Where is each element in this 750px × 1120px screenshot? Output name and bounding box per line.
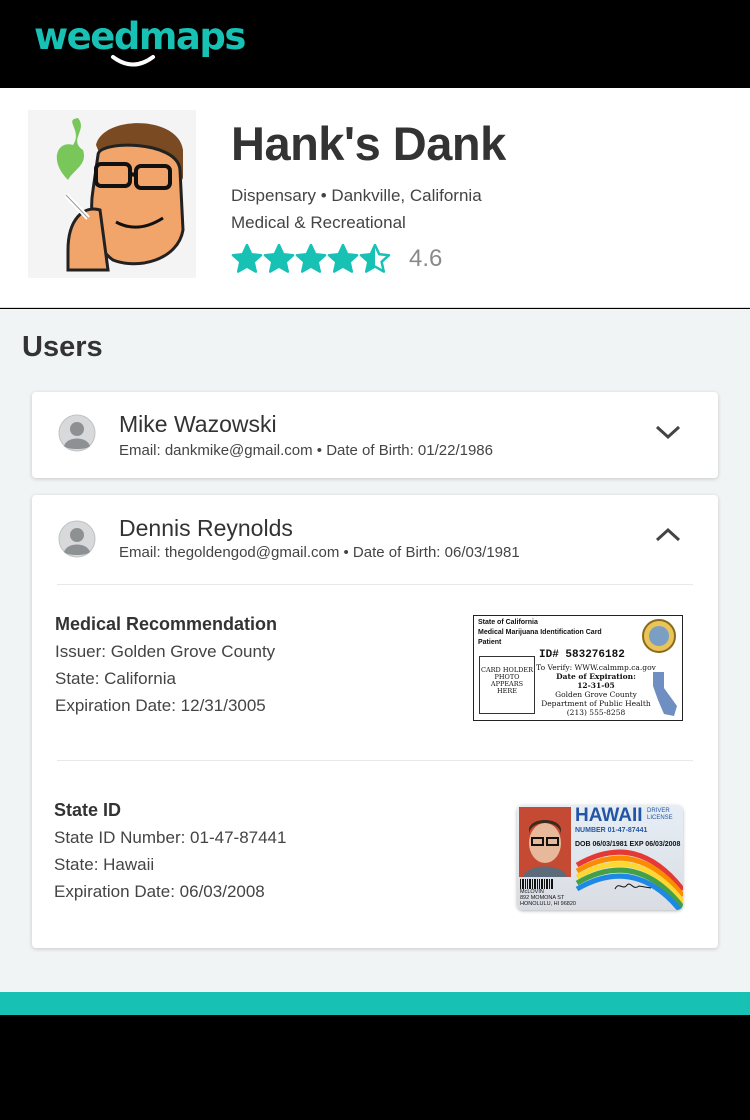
store-header: Hank's Dank Dispensary • Dankville, Cali… (0, 88, 750, 308)
star-full-icon (263, 243, 295, 273)
rating-stars (231, 243, 391, 275)
state-id-card-image[interactable]: HAWAII DRIVER LICENSE NUMBER 01-47-87441… (517, 805, 683, 910)
doc-expiration: Expiration Date: 06/03/2008 (54, 882, 265, 901)
user-card-header[interactable]: Dennis Reynolds Email: thegoldengod@gmai… (32, 495, 718, 585)
top-bar: weedmaps (0, 0, 750, 88)
id-card-number: NUMBER 01-47-87441 (575, 827, 648, 834)
state-id: State ID State ID Number: 01-47-87441 St… (54, 797, 286, 905)
state-seal-icon (642, 619, 676, 653)
user-name: Dennis Reynolds (119, 515, 293, 541)
users-section: Users Mike Wazowski Email: dankmike@gmai… (0, 309, 750, 992)
star-full-icon (231, 243, 263, 273)
person-photo (519, 807, 571, 877)
id-state-name: HAWAII (575, 805, 643, 826)
doc-expiration: Expiration Date: 12/31/3005 (55, 696, 266, 715)
medical-card-image[interactable]: State of California Medical Marijuana Id… (473, 615, 683, 721)
store-license-type: Medical & Recreational (231, 213, 406, 232)
divider (57, 584, 693, 585)
card-header-2: Medical Marijuana Identification Card (478, 629, 602, 636)
star-full-icon (327, 243, 359, 273)
id-card-dob: DOB 06/03/1981 EXP 06/03/2008 (575, 841, 681, 848)
rating-value: 4.6 (409, 245, 443, 272)
divider (57, 760, 693, 761)
store-rating[interactable]: 4.6 (231, 243, 442, 275)
section-title: Users (22, 331, 103, 363)
card-photo-placeholder: CARD HOLDER PHOTO APPEARS HERE (479, 656, 535, 714)
doc-state: State: Hawaii (54, 855, 155, 874)
signature-graphic (614, 883, 652, 890)
chevron-up-icon[interactable] (654, 525, 682, 545)
doc-id-number: State ID Number: 01-47-87441 (54, 828, 287, 847)
california-map-icon (653, 672, 677, 716)
card-header-3: Patient (478, 639, 502, 646)
user-info: Email: thegoldengod@gmail.com • Date of … (119, 544, 520, 561)
footer (0, 1015, 750, 1120)
id-card-address2: HONOLULU, HI 96820 (520, 901, 576, 907)
chevron-down-icon[interactable] (654, 422, 682, 442)
user-avatar-icon (58, 414, 96, 452)
card-phone: (213) 555-8258 (566, 708, 626, 717)
store-avatar-image (28, 110, 196, 278)
user-avatar-icon (58, 520, 96, 558)
medical-recommendation: Medical Recommendation Issuer: Golden Gr… (55, 611, 277, 719)
store-meta: Dispensary • Dankville, California Medic… (231, 182, 482, 236)
user-card: Mike Wazowski Email: dankmike@gmail.com … (32, 392, 718, 478)
doc-issuer: Issuer: Golden Grove County (55, 642, 276, 661)
doc-state: State: California (55, 669, 176, 688)
id-photo (519, 807, 571, 877)
barcode-icon (520, 879, 553, 889)
user-card: Dennis Reynolds Email: thegoldengod@gmai… (32, 495, 718, 948)
store-type-location: Dispensary • Dankville, California (231, 186, 482, 205)
doc-title: State ID (54, 800, 122, 820)
card-header-1: State of California (478, 619, 538, 626)
user-card-header[interactable]: Mike Wazowski Email: dankmike@gmail.com … (32, 392, 718, 478)
logo-smile-icon (111, 55, 155, 67)
footer-accent-bar (0, 992, 750, 1015)
store-name: Hank's Dank (231, 117, 506, 170)
user-info: Email: dankmike@gmail.com • Date of Birt… (119, 442, 493, 459)
user-name: Mike Wazowski (119, 411, 277, 437)
weedmaps-logo[interactable]: weedmaps (34, 14, 246, 67)
id-card-type: DRIVER LICENSE (647, 808, 673, 821)
doc-title: Medical Recommendation (55, 614, 278, 634)
star-full-icon (295, 243, 327, 273)
star-half-icon (359, 243, 391, 273)
card-id-number: ID# 583276182 (539, 649, 625, 661)
